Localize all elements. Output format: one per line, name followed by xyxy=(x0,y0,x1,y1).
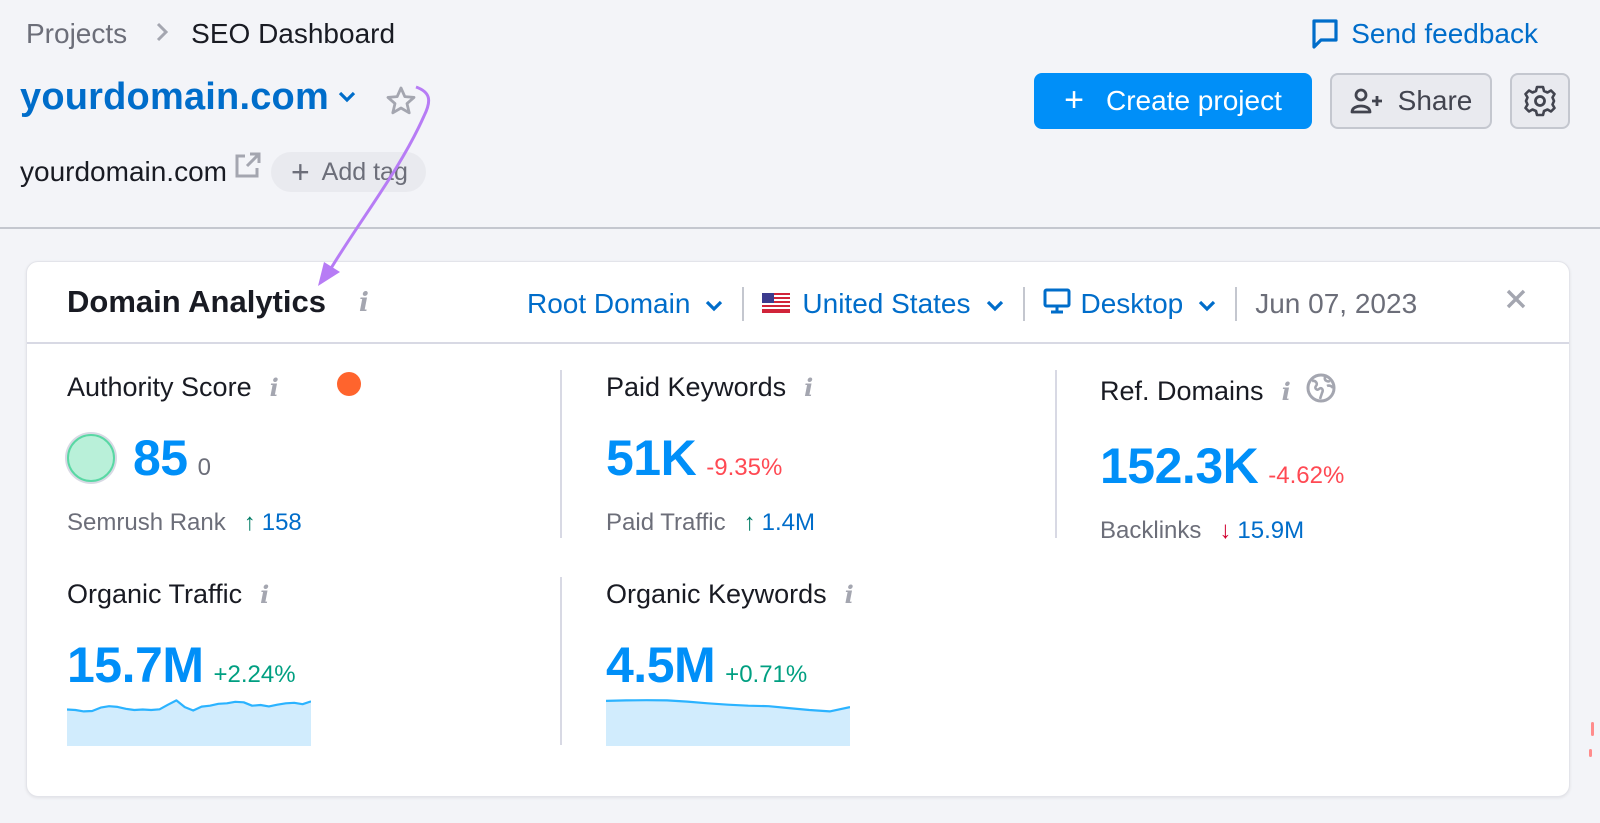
widget-filters: Root Domain United States Desktop Jun 07… xyxy=(527,284,1417,324)
domain-title: yourdomain.com xyxy=(20,76,329,118)
edge-mark xyxy=(1591,722,1594,736)
notification-dot xyxy=(337,372,361,396)
metric-label: Ref. Domains i xyxy=(1100,372,1344,411)
info-icon[interactable]: i xyxy=(270,373,279,402)
filter-divider xyxy=(1235,287,1238,321)
info-icon[interactable]: i xyxy=(260,580,269,609)
country-dropdown[interactable]: United States xyxy=(762,288,1004,320)
feedback-icon xyxy=(1312,19,1338,49)
organic-keywords-trend-area xyxy=(606,700,850,746)
metric-value: 85 xyxy=(133,430,188,486)
filter-divider xyxy=(1022,287,1025,321)
metric-change: -4.62% xyxy=(1268,462,1345,489)
metric-label: Paid Keywords i xyxy=(606,372,814,402)
metric-sub: Semrush Rank ↑ 158 xyxy=(67,509,302,537)
column-divider xyxy=(560,577,562,745)
chevron-down-icon xyxy=(985,288,1005,320)
info-icon[interactable]: i xyxy=(845,580,854,609)
share-button[interactable]: Share xyxy=(1330,73,1492,129)
send-feedback-label: Send feedback xyxy=(1351,18,1538,49)
organic-keywords-sparkline xyxy=(606,699,850,746)
info-icon[interactable]: i xyxy=(804,373,813,402)
metric-authority-score[interactable]: Authority Score i 85 0 Semrush Rank ↑ 15… xyxy=(67,372,361,537)
add-tag-button[interactable]: + Add tag xyxy=(270,152,426,192)
metric-sub: Paid Traffic ↑ 1.4M xyxy=(606,509,815,537)
device-dropdown[interactable]: Desktop xyxy=(1043,287,1218,322)
metric-value: 51K xyxy=(606,430,697,486)
metric-value: 152.3K xyxy=(1100,438,1259,494)
metric-sub-value[interactable]: 158 xyxy=(262,509,302,537)
domain-url[interactable]: yourdomain.com xyxy=(20,156,227,188)
globe-icon[interactable] xyxy=(1305,372,1337,411)
metric-change: +0.71% xyxy=(725,661,808,688)
desktop-icon xyxy=(1043,287,1071,322)
add-tag-label: Add tag xyxy=(321,157,408,186)
info-icon[interactable]: i xyxy=(1282,377,1291,406)
domain-selector[interactable]: yourdomain.com xyxy=(20,76,357,119)
create-project-label: Create project xyxy=(1105,85,1282,116)
metric-value: 15.7M xyxy=(67,637,204,693)
metric-label: Organic Traffic i xyxy=(67,579,270,609)
arrow-up-icon: ↑ xyxy=(743,509,756,536)
scope-dropdown[interactable]: Root Domain xyxy=(527,288,724,320)
settings-button[interactable] xyxy=(1510,73,1570,129)
share-label: Share xyxy=(1397,85,1473,116)
widget-header: Domain Analytics i Root Domain United St… xyxy=(27,262,1569,344)
create-project-button[interactable]: + Create project xyxy=(1034,73,1312,129)
column-divider xyxy=(560,370,562,538)
metric-change: +2.24% xyxy=(213,661,296,688)
scope-value: Root Domain xyxy=(527,288,691,319)
gear-icon xyxy=(1524,85,1556,117)
filter-divider xyxy=(742,287,745,321)
metric-paid-keywords[interactable]: Paid Keywords i 51K -9.35% Paid Traffic … xyxy=(606,372,815,537)
column-divider xyxy=(1055,370,1057,538)
breadcrumb-projects[interactable]: Projects xyxy=(26,18,127,50)
external-link-icon[interactable] xyxy=(233,150,263,185)
header-divider xyxy=(0,227,1600,229)
chevron-down-icon xyxy=(1197,288,1217,320)
device-value: Desktop xyxy=(1080,288,1184,319)
info-icon[interactable]: i xyxy=(359,288,369,318)
metric-sub-value[interactable]: 15.9M xyxy=(1237,517,1304,545)
chevron-down-icon xyxy=(704,288,724,320)
metric-sub-value[interactable]: 1.4M xyxy=(762,509,815,537)
breadcrumb-seo-dashboard: SEO Dashboard xyxy=(191,18,396,49)
metric-organic-keywords[interactable]: Organic Keywords i 4.5M +0.71% xyxy=(606,579,854,694)
arrow-down-icon: ↓ xyxy=(1219,517,1232,544)
breadcrumb: Projects SEO Dashboard xyxy=(26,18,395,50)
organic-traffic-sparkline xyxy=(67,699,311,746)
authority-score-circle-icon xyxy=(67,434,115,482)
edge-mark xyxy=(1589,749,1592,757)
add-user-icon xyxy=(1350,88,1382,114)
chevron-right-icon xyxy=(155,19,169,50)
metric-label: Organic Keywords i xyxy=(606,579,854,609)
plus-icon: + xyxy=(1064,80,1084,119)
widget-title: Domain Analytics xyxy=(67,284,326,319)
metric-change: -9.35% xyxy=(706,454,783,481)
metric-organic-traffic[interactable]: Organic Traffic i 15.7M +2.24% xyxy=(67,579,296,694)
chevron-down-icon xyxy=(337,90,357,109)
close-icon[interactable] xyxy=(1505,288,1527,315)
country-value: United States xyxy=(802,288,971,319)
arrow-up-icon: ↑ xyxy=(243,509,256,536)
plus-icon: + xyxy=(290,154,310,190)
domain-subrow: yourdomain.com + Add tag xyxy=(20,152,426,192)
star-icon[interactable] xyxy=(386,86,416,121)
metric-ref-domains[interactable]: Ref. Domains i 152.3K -4.62% Backlinks ↓… xyxy=(1100,372,1344,545)
send-feedback-link[interactable]: Send feedback xyxy=(1311,18,1538,50)
metric-sub: Backlinks ↓ 15.9M xyxy=(1100,517,1305,545)
metric-change: 0 xyxy=(197,454,211,481)
metric-value: 4.5M xyxy=(606,637,716,693)
us-flag-icon xyxy=(762,288,791,320)
date-value[interactable]: Jun 07, 2023 xyxy=(1255,288,1417,320)
metric-label: Authority Score i xyxy=(67,372,279,402)
domain-analytics-widget: Domain Analytics i Root Domain United St… xyxy=(26,261,1570,797)
